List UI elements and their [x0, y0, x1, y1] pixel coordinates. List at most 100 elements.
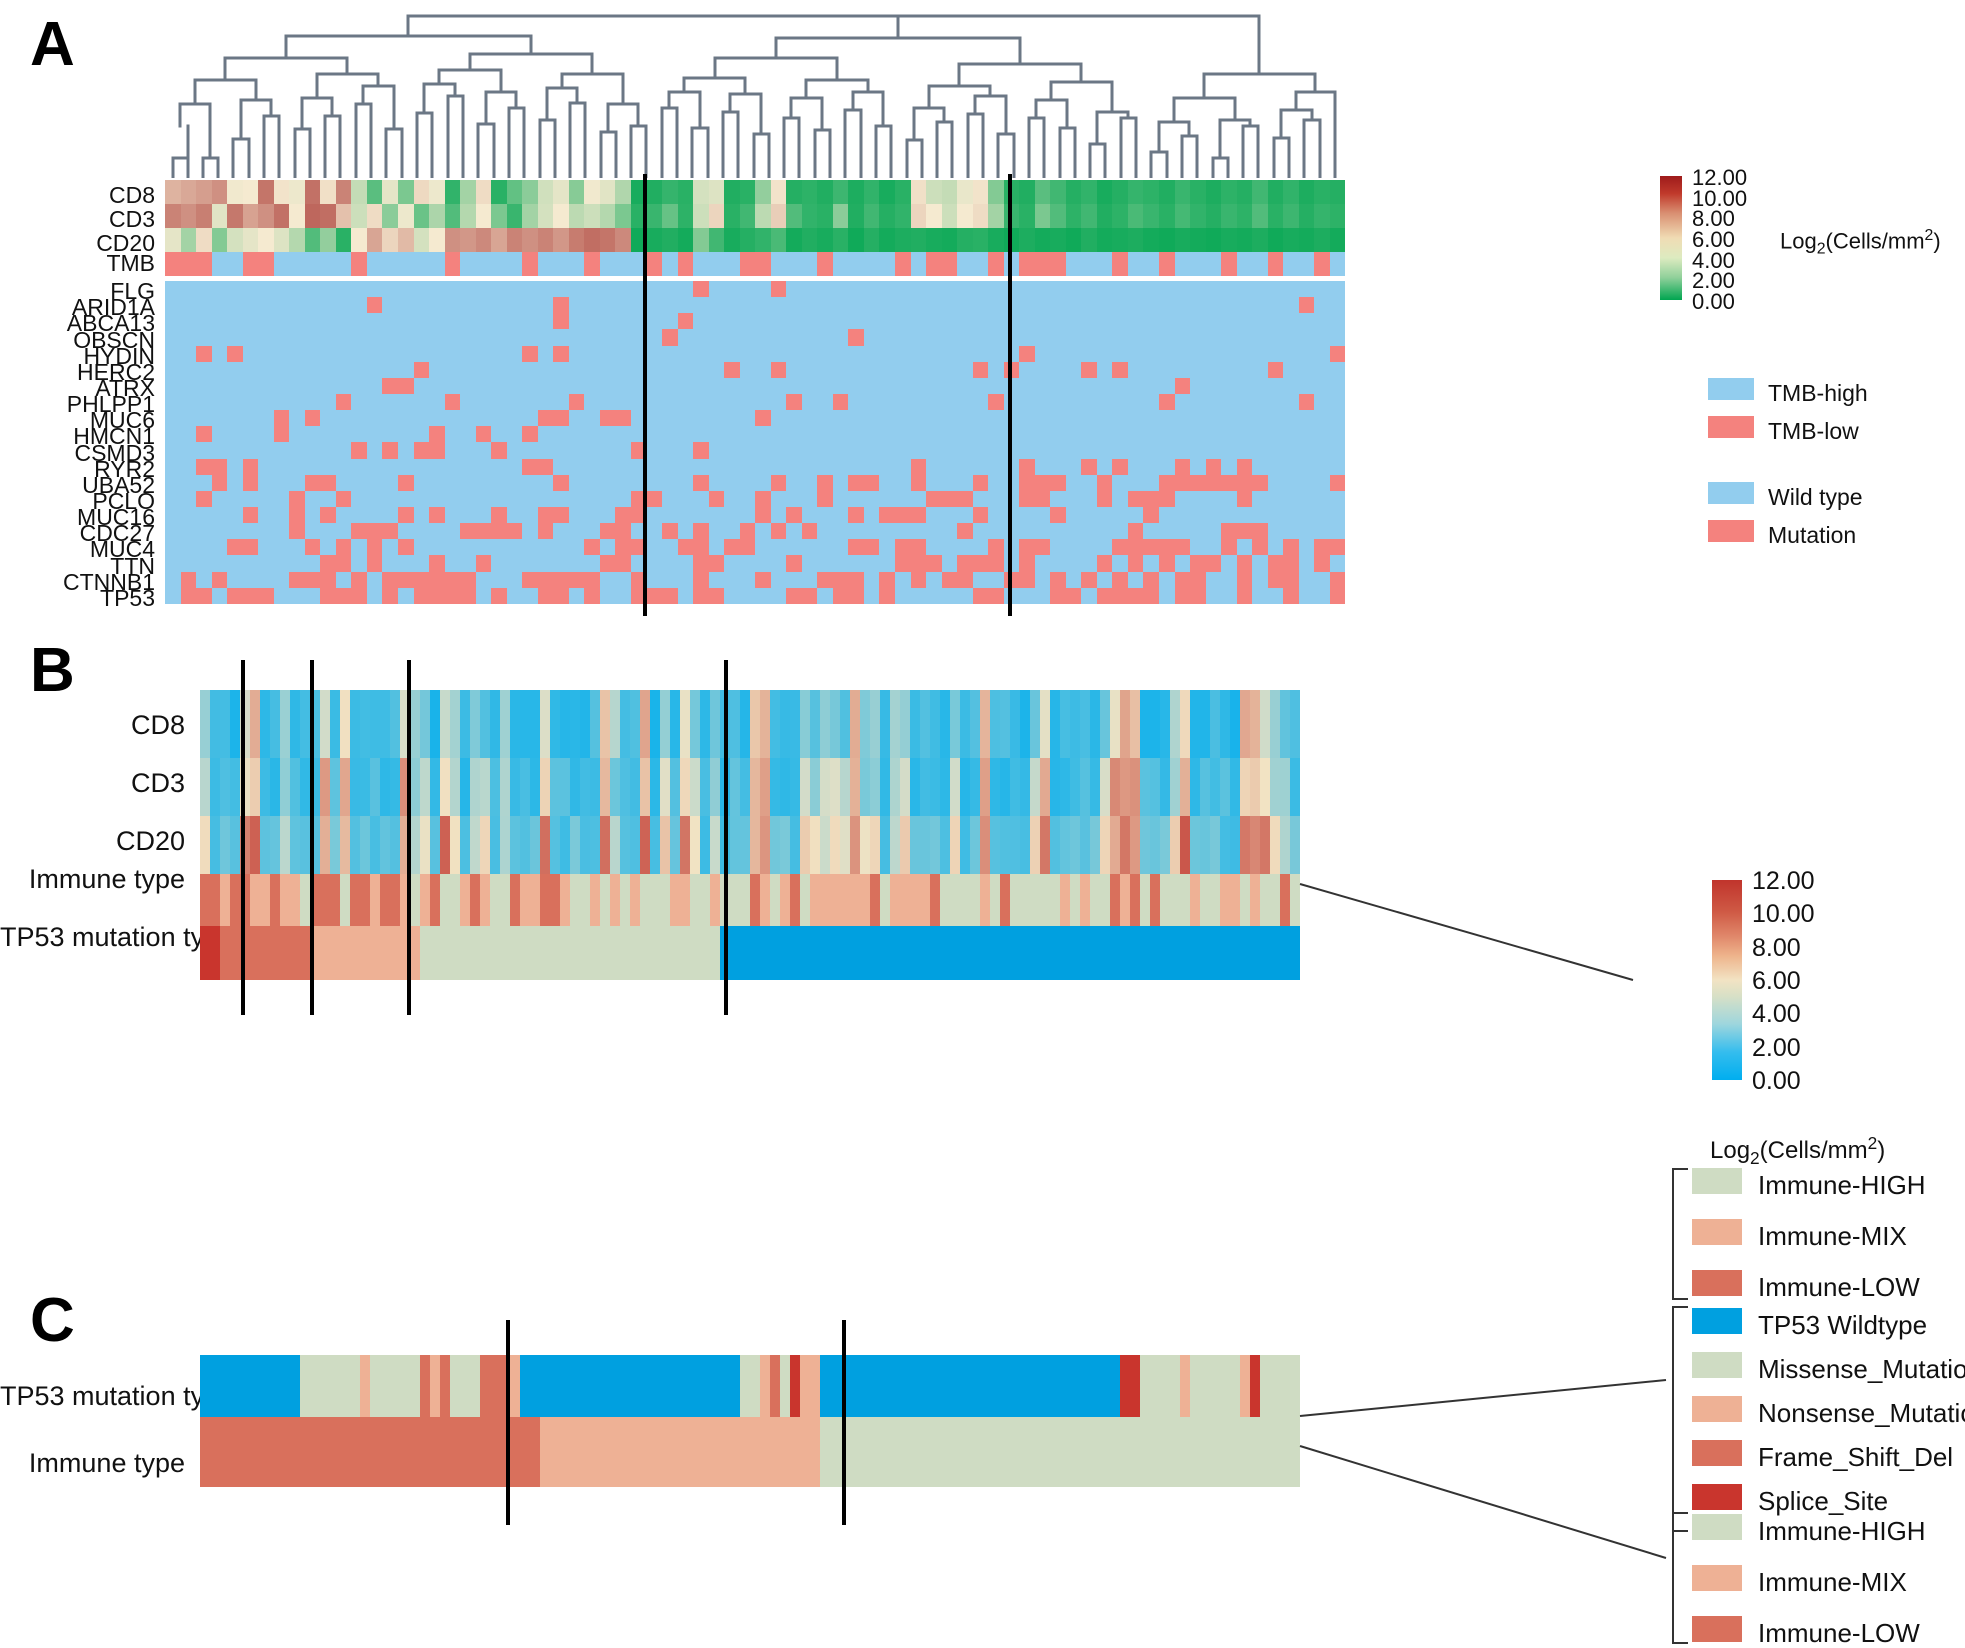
heatmap-cell [1034, 228, 1051, 252]
mutation-cell [863, 377, 880, 394]
mutation-cell [801, 490, 818, 507]
heatmap-cell [1190, 690, 1200, 758]
heatmap-cell [200, 874, 210, 926]
mutation-cell [444, 345, 461, 362]
mutation-cell [755, 426, 771, 443]
panel-a-mutation-legend-swatch-wildtype [1708, 482, 1754, 504]
heatmap-cell [850, 690, 860, 758]
mutation-cell [1159, 474, 1175, 491]
mutation-cell [1065, 281, 1082, 298]
heatmap-cell [780, 1417, 790, 1487]
mutation-cell [537, 587, 554, 604]
heatmap-cell [1070, 690, 1080, 758]
heatmap-cell [740, 1417, 750, 1487]
heatmap-cell [1280, 690, 1290, 758]
heatmap-cell [1252, 228, 1268, 252]
panel-a-mutation-row [165, 361, 1346, 378]
heatmap-cell [600, 874, 610, 926]
mutation-cell [817, 458, 833, 475]
mutation-cell [1252, 458, 1268, 475]
mutation-cell [724, 393, 740, 411]
heatmap-cell [444, 204, 461, 228]
panel-c-row-label-immune-type: Immune type [28, 1448, 185, 1478]
panel-c-tp53-legend-swatch [1692, 1352, 1742, 1378]
mutation-cell [1143, 442, 1159, 459]
mutation-cell [1298, 442, 1315, 459]
mutation-cell [957, 393, 973, 411]
mutation-cell [1236, 393, 1253, 411]
heatmap-cell [900, 1417, 910, 1487]
heatmap-cell [490, 1417, 500, 1487]
panel-a-tmb-legend-label-low: TMB-low [1768, 418, 1859, 444]
mutation-cell [444, 474, 461, 491]
mutation-cell [879, 313, 895, 330]
heatmap-cell [1200, 926, 1210, 980]
mutation-cell [801, 555, 818, 572]
mutation-cell [258, 329, 274, 346]
mutation-cell [475, 313, 492, 330]
mutation-cell [1221, 506, 1237, 524]
mutation-cell [413, 555, 430, 572]
heatmap-cell [196, 204, 212, 228]
heatmap-cell [740, 874, 750, 926]
heatmap-cell [739, 204, 756, 228]
mutation-cell [320, 345, 336, 362]
heatmap-cell [240, 1355, 250, 1417]
heatmap-cell [863, 204, 880, 228]
mutation-cell [1283, 571, 1299, 588]
heatmap-cell [1019, 180, 1035, 204]
heatmap-cell [397, 180, 414, 204]
mutation-cell [1127, 393, 1144, 411]
mutation-cell [429, 377, 445, 394]
mutation-cell [786, 458, 802, 475]
mutation-cell [708, 377, 725, 394]
heatmap-cell [940, 1417, 950, 1487]
mutation-cell [165, 393, 181, 411]
heatmap-cell [1130, 816, 1140, 874]
mutation-cell [848, 329, 864, 346]
mutation-cell [957, 506, 973, 524]
mutation-cell [537, 410, 554, 427]
mutation-cell [320, 490, 336, 507]
heatmap-cell [770, 228, 787, 252]
heatmap-cell [930, 1355, 940, 1417]
heatmap-cell [1010, 1355, 1020, 1417]
mutation-cell [693, 587, 709, 604]
mutation-cell [1050, 410, 1066, 427]
mutation-cell [1221, 587, 1237, 604]
heatmap-cell [390, 874, 400, 926]
heatmap-cell [1236, 228, 1253, 252]
mutation-cell [227, 313, 243, 330]
heatmap-cell [810, 926, 820, 980]
mutation-cell [1096, 490, 1113, 507]
panel-b-colorbar-tick: 6.00 [1752, 967, 1801, 995]
heatmap-cell [1020, 926, 1030, 980]
mutation-cell [568, 377, 585, 394]
mutation-cell [522, 361, 538, 378]
heatmap-cell [970, 1355, 980, 1417]
mutation-cell [413, 426, 430, 443]
mutation-cell [1034, 523, 1051, 540]
mutation-cell [289, 297, 305, 314]
heatmap-cell [420, 758, 430, 816]
mutation-cell [693, 393, 709, 411]
mutation-cell [708, 361, 725, 378]
heatmap-cell [1112, 204, 1128, 228]
heatmap-cell [520, 1355, 530, 1417]
mutation-cell [988, 393, 1004, 411]
mutation-cell [413, 587, 430, 604]
heatmap-cell [990, 1417, 1000, 1487]
mutation-cell [491, 361, 507, 378]
heatmap-cell [460, 1355, 470, 1417]
heatmap-cell [1040, 1417, 1050, 1487]
heatmap-cell [430, 1417, 440, 1487]
mutation-cell [677, 345, 694, 362]
mutation-cell [739, 345, 756, 362]
mutation-cell [708, 297, 725, 314]
heatmap-cell [1298, 204, 1315, 228]
mutation-cell [926, 555, 942, 572]
mutation-cell [739, 410, 756, 427]
heatmap-cell [540, 1417, 550, 1487]
mutation-cell [289, 523, 305, 540]
mutation-cell [1252, 442, 1268, 459]
